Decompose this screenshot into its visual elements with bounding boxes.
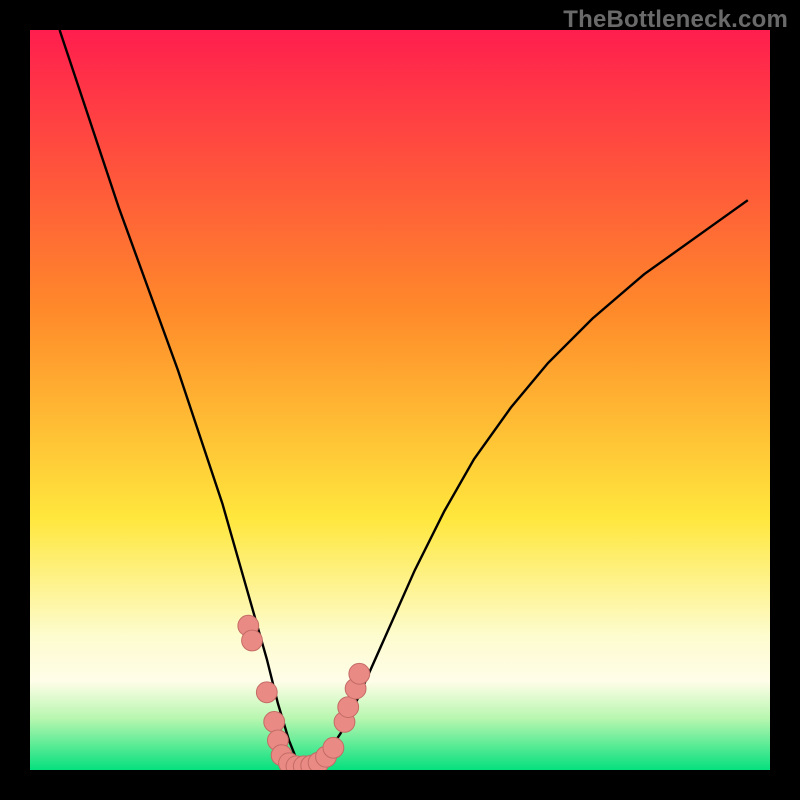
data-marker [338,697,359,718]
chart-background [30,30,770,770]
data-marker [242,630,263,651]
data-marker [323,737,344,758]
chart-svg [30,30,770,770]
data-marker [349,663,370,684]
chart-frame: TheBottleneck.com [0,0,800,800]
watermark-text: TheBottleneck.com [563,6,788,34]
chart-plot-area [30,30,770,770]
data-marker [264,712,285,733]
data-marker [256,682,277,703]
